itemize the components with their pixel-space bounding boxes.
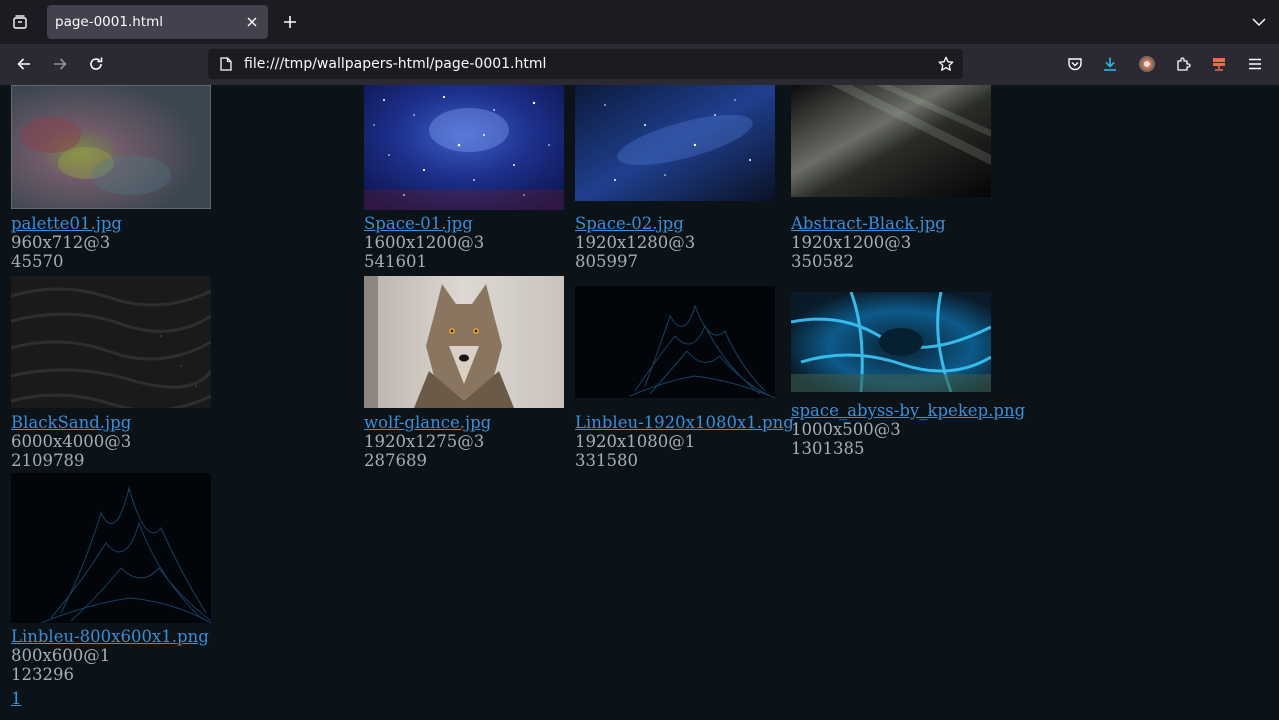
bookmark-star-icon[interactable] <box>935 53 957 75</box>
thumbnail-image[interactable] <box>11 85 211 209</box>
file-size: 45570 <box>11 252 64 271</box>
tab-list-icon[interactable] <box>6 8 34 36</box>
hamburger-menu-icon[interactable] <box>1240 49 1270 79</box>
gallery-item: palette01.jpg 960x712@3 45570 <box>11 85 211 271</box>
file-dimensions: 1600x1200@3 <box>364 233 485 252</box>
file-size: 805997 <box>575 252 638 271</box>
file-link[interactable]: BlackSand.jpg <box>11 413 211 432</box>
back-icon[interactable] <box>9 49 39 79</box>
file-size: 541601 <box>364 252 427 271</box>
gallery-item: Abstract-Black.jpg 1920x1200@3 350582 <box>791 85 991 271</box>
account-avatar-icon[interactable] <box>1132 49 1162 79</box>
url-text[interactable]: file:///tmp/wallpapers-html/page-0001.ht… <box>244 56 935 72</box>
page-content: palette01.jpg 960x712@3 45570 Space-01.j… <box>0 85 1279 720</box>
file-link[interactable]: space_abyss-by_kpekep.png <box>791 401 1025 420</box>
pagination-link-1[interactable]: 1 <box>11 689 22 708</box>
gallery-item: space_abyss-by_kpekep.png 1000x500@3 130… <box>791 292 1025 458</box>
new-tab-icon[interactable] <box>276 8 304 36</box>
thumbnail-image[interactable] <box>11 473 211 623</box>
file-link[interactable]: palette01.jpg <box>11 214 211 233</box>
file-size: 287689 <box>364 451 427 470</box>
tab-title: page-0001.html <box>55 14 163 30</box>
file-dimensions: 800x600@1 <box>11 646 111 665</box>
file-size: 123296 <box>11 665 74 684</box>
thumbnail-image[interactable] <box>575 286 775 398</box>
file-size: 350582 <box>791 252 854 271</box>
thumbnail-image[interactable] <box>364 276 564 408</box>
file-dimensions: 1920x1080@1 <box>575 432 696 451</box>
gallery-item: Linbleu-1920x1080x1.png 1920x1080@1 3315… <box>575 286 794 470</box>
thumbnail-image[interactable] <box>11 276 211 408</box>
file-dimensions: 960x712@3 <box>11 233 111 252</box>
list-all-tabs-icon[interactable] <box>1245 8 1273 36</box>
downloads-icon[interactable] <box>1095 49 1125 79</box>
gallery-item: wolf-glance.jpg 1920x1275@3 287689 <box>364 276 564 470</box>
file-size: 1301385 <box>791 439 865 458</box>
url-bar[interactable]: file:///tmp/wallpapers-html/page-0001.ht… <box>208 49 963 79</box>
thumbnail-image[interactable] <box>575 85 775 201</box>
thumbnail-image[interactable] <box>791 292 991 392</box>
file-link[interactable]: Space-01.jpg <box>364 214 564 233</box>
extensions-icon[interactable] <box>1168 49 1198 79</box>
forward-icon[interactable] <box>45 49 75 79</box>
thumbnail-image[interactable] <box>364 85 564 210</box>
file-link[interactable]: Abstract-Black.jpg <box>791 214 991 233</box>
file-dimensions: 1000x500@3 <box>791 420 901 439</box>
gallery-item: Space-02.jpg 1920x1280@3 805997 <box>575 85 775 271</box>
network-extension-icon[interactable] <box>1204 49 1234 79</box>
gallery-item: Linbleu-800x600x1.png 800x600@1 123296 <box>11 473 211 684</box>
close-tab-icon[interactable] <box>240 10 264 34</box>
file-size: 2109789 <box>11 451 85 470</box>
file-link[interactable]: wolf-glance.jpg <box>364 413 564 432</box>
file-dimensions: 1920x1200@3 <box>791 233 912 252</box>
pocket-icon[interactable] <box>1060 49 1090 79</box>
navigation-toolbar: file:///tmp/wallpapers-html/page-0001.ht… <box>0 44 1279 85</box>
file-size: 331580 <box>575 451 638 470</box>
gallery-item: BlackSand.jpg 6000x4000@3 2109789 <box>11 276 211 470</box>
file-dimensions: 1920x1275@3 <box>364 432 485 451</box>
file-link[interactable]: Linbleu-1920x1080x1.png <box>575 413 794 432</box>
file-dimensions: 1920x1280@3 <box>575 233 696 252</box>
tab-active[interactable]: page-0001.html <box>47 5 268 39</box>
file-link[interactable]: Linbleu-800x600x1.png <box>11 627 211 646</box>
thumbnail-image[interactable] <box>791 85 991 197</box>
page-icon <box>218 56 234 72</box>
gallery-item: Space-01.jpg 1600x1200@3 541601 <box>364 85 564 271</box>
file-link[interactable]: Space-02.jpg <box>575 214 775 233</box>
reload-icon[interactable] <box>81 49 111 79</box>
file-dimensions: 6000x4000@3 <box>11 432 132 451</box>
tab-bar: page-0001.html <box>0 0 1279 44</box>
